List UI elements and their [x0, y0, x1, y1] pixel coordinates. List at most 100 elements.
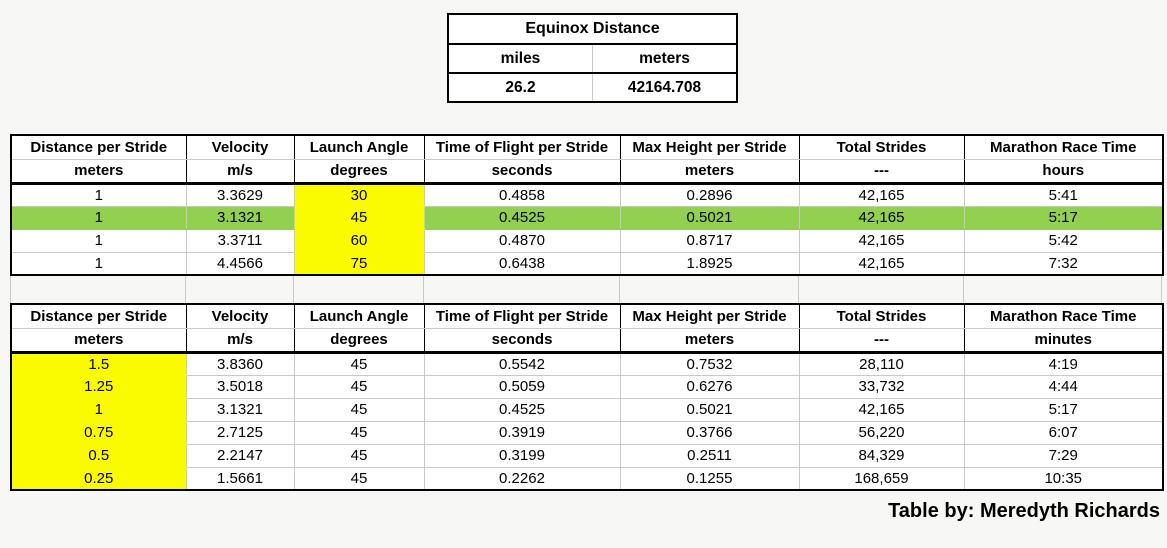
data-cell-highlight-yellow: 1 — [10, 397, 187, 422]
data-cell-highlight-green: 3.1321 — [185, 205, 295, 230]
data-cell: 45 — [293, 420, 425, 445]
data-cell-highlight-green: 1 — [10, 205, 187, 230]
data-cell: 0.3919 — [423, 420, 621, 445]
header-cell: Marathon Race Time — [963, 135, 1164, 160]
data-cell: 0.5542 — [423, 351, 621, 376]
data-cell: 42,165 — [798, 397, 965, 422]
data-cell: 0.3766 — [619, 420, 800, 445]
header-cell: Total Strides — [798, 135, 965, 160]
table-row: 1 3.1321 45 0.4525 0.5021 42,165 5:17 — [10, 397, 1164, 422]
data-cell: 28,110 — [798, 351, 965, 376]
units-row: meters m/s degrees seconds meters --- ho… — [10, 159, 1164, 185]
unit-cell: --- — [798, 328, 965, 354]
data-cell: 4:19 — [963, 351, 1164, 376]
data-cell: 0.2262 — [423, 466, 621, 491]
data-cell: 3.1321 — [185, 397, 295, 422]
data-cell-highlight-yellow: 0.25 — [10, 466, 187, 491]
data-cell: 45 — [293, 443, 425, 468]
data-cell: 0.2896 — [619, 182, 800, 207]
stride-length-comparison-table: Distance per Stride Velocity Launch Angl… — [10, 303, 1164, 491]
data-cell-highlight-yellow: 75 — [293, 251, 425, 276]
data-cell: 5:41 — [963, 182, 1164, 207]
units-row: meters m/s degrees seconds meters --- mi… — [10, 328, 1164, 354]
header-row: Distance per Stride Velocity Launch Angl… — [10, 304, 1164, 329]
unit-cell: seconds — [423, 328, 621, 354]
unit-cell: degrees — [293, 328, 425, 354]
data-cell: 1 — [10, 251, 187, 276]
data-cell: 0.4858 — [423, 182, 621, 207]
data-cell-highlight-yellow: 1.5 — [10, 351, 187, 376]
data-cell-highlight-yellow: 0.75 — [10, 420, 187, 445]
table-row: miles meters — [448, 44, 737, 74]
unit-cell: meters — [10, 159, 187, 185]
table-row: 0.75 2.7125 45 0.3919 0.3766 56,220 6:07 — [10, 420, 1164, 445]
header-cell: Marathon Race Time — [963, 304, 1164, 329]
data-cell-highlight-green: 0.4525 — [423, 205, 621, 230]
table-row: 1 4.4566 75 0.6438 1.8925 42,165 7:32 — [10, 251, 1164, 276]
data-cell: 0.8717 — [619, 228, 800, 253]
data-cell: 0.6438 — [423, 251, 621, 276]
data-cell-highlight-yellow: 60 — [293, 228, 425, 253]
equinox-distance-table: Equinox Distance miles meters 26.2 42164… — [447, 13, 738, 103]
header-cell: Distance per Stride — [10, 135, 187, 160]
data-cell: 0.3199 — [423, 443, 621, 468]
data-cell-highlight-yellow: 30 — [293, 182, 425, 207]
table-row-highlight-green: 1 3.1321 45 0.4525 0.5021 42,165 5:17 — [10, 205, 1164, 230]
header-cell: Velocity — [185, 304, 295, 329]
unit-cell: --- — [798, 159, 965, 185]
data-cell: 4:44 — [963, 374, 1164, 399]
equinox-value-miles: 26.2 — [505, 78, 536, 96]
launch-angle-comparison-table: Distance per Stride Velocity Launch Angl… — [10, 134, 1164, 276]
data-cell: 0.6276 — [619, 374, 800, 399]
unit-cell: meters — [619, 328, 800, 354]
spreadsheet-spacer-row — [10, 276, 1162, 303]
data-cell: 0.7532 — [619, 351, 800, 376]
data-cell: 45 — [293, 397, 425, 422]
data-cell: 45 — [293, 466, 425, 491]
header-cell: Time of Flight per Stride — [423, 304, 621, 329]
equinox-value-meters: 42164.708 — [592, 73, 737, 102]
unit-cell: m/s — [185, 159, 295, 185]
table-row: 0.5 2.2147 45 0.3199 0.2511 84,329 7:29 — [10, 443, 1164, 468]
table-row: 1.5 3.8360 45 0.5542 0.7532 28,110 4:19 — [10, 351, 1164, 376]
data-cell: 168,659 — [798, 466, 965, 491]
data-cell: 3.3711 — [185, 228, 295, 253]
data-cell: 0.5059 — [423, 374, 621, 399]
data-cell: 1.8925 — [619, 251, 800, 276]
data-cell-highlight-green: 42,165 — [798, 205, 965, 230]
table-credit: Table by: Meredyth Richards — [888, 500, 1160, 522]
equinox-title: Equinox Distance — [448, 14, 737, 45]
header-cell: Total Strides — [798, 304, 965, 329]
table-row: 1.25 3.5018 45 0.5059 0.6276 33,732 4:44 — [10, 374, 1164, 399]
unit-cell: degrees — [293, 159, 425, 185]
data-cell-highlight-green: 0.5021 — [619, 205, 800, 230]
header-cell: Velocity — [185, 135, 295, 160]
data-cell: 42,165 — [798, 228, 965, 253]
data-cell: 0.5021 — [619, 397, 800, 422]
data-cell: 5:42 — [963, 228, 1164, 253]
data-cell: 2.7125 — [185, 420, 295, 445]
header-cell: Max Height per Stride — [619, 135, 800, 160]
data-cell: 10:35 — [963, 466, 1164, 491]
header-row: Distance per Stride Velocity Launch Angl… — [10, 135, 1164, 160]
unit-cell: hours — [963, 159, 1164, 185]
unit-cell: m/s — [185, 328, 295, 354]
data-cell: 45 — [293, 374, 425, 399]
data-cell: 3.5018 — [185, 374, 295, 399]
data-cell: 1 — [10, 228, 187, 253]
table-row: 26.2 42164.708 — [448, 73, 737, 102]
data-cell: 42,165 — [798, 251, 965, 276]
data-cell: 0.2511 — [619, 443, 800, 468]
header-cell: Launch Angle — [293, 304, 425, 329]
data-cell: 3.3629 — [185, 182, 295, 207]
table-row: 1 3.3711 60 0.4870 0.8717 42,165 5:42 — [10, 228, 1164, 253]
data-cell: 0.1255 — [619, 466, 800, 491]
equinox-header-meters: meters — [592, 44, 737, 74]
data-cell: 0.4525 — [423, 397, 621, 422]
unit-cell: minutes — [963, 328, 1164, 354]
header-cell: Time of Flight per Stride — [423, 135, 621, 160]
equinox-header-miles: miles — [448, 44, 593, 74]
data-cell: 3.8360 — [185, 351, 295, 376]
data-cell: 45 — [293, 351, 425, 376]
data-cell-highlight-yellow: 45 — [293, 205, 425, 230]
